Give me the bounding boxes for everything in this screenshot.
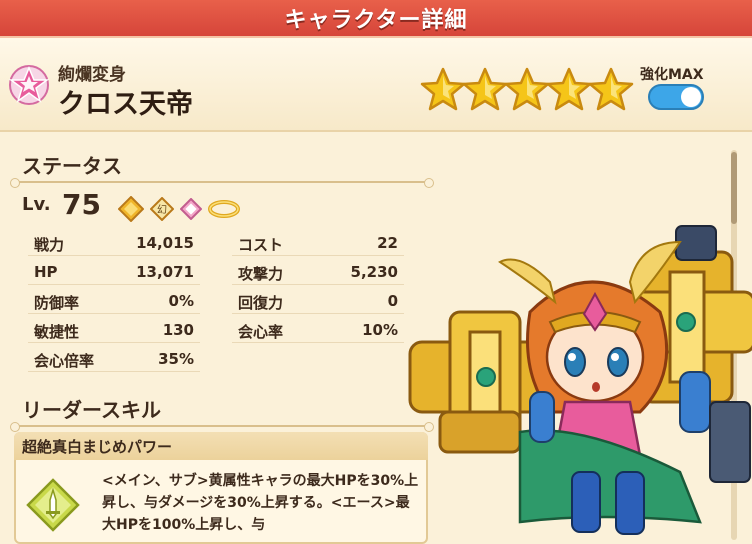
stat-key: 会心率: [238, 323, 284, 341]
stat-key: HP: [34, 263, 58, 281]
level-value: 75: [62, 188, 101, 221]
stat-row-hp: HP 13,071: [28, 261, 200, 285]
stat-row-cost: コスト 22: [232, 232, 404, 256]
attribute-icons: 幻: [118, 196, 240, 222]
stat-key: 戦力: [34, 236, 65, 254]
stat-key: 会心倍率: [34, 352, 95, 370]
character-name: クロス天帝: [58, 89, 193, 120]
rarity-stars: [420, 66, 634, 112]
star-icon: [546, 67, 592, 111]
stat-key: 攻撃力: [238, 265, 284, 283]
level-label: Lv.: [22, 194, 51, 215]
leader-skill-description: <メイン、サブ>黄属性キャラの最大HPを30%上昇し、与ダメージを30%上昇する…: [102, 473, 419, 533]
leader-skill-section-title: リーダースキル: [22, 398, 161, 422]
status-section-title: ステータス: [22, 154, 122, 178]
stat-value: 130: [162, 321, 194, 339]
stat-row-defense: 防御率 0%: [28, 290, 200, 314]
character-illustration: [408, 225, 752, 535]
max-enhance-label: 強化MAX: [640, 67, 704, 83]
stat-value: 14,015: [136, 234, 194, 252]
stat-key: コスト: [238, 236, 284, 254]
star-icon: [504, 67, 550, 111]
svg-text:幻: 幻: [157, 203, 167, 216]
stat-key: 防御率: [34, 294, 80, 312]
sword-emblem-icon: [26, 478, 80, 532]
stat-key: 敏捷性: [34, 323, 80, 341]
stat-key: 回復力: [238, 294, 284, 312]
stat-value: 13,071: [136, 263, 194, 281]
max-enhance-toggle[interactable]: [648, 84, 704, 110]
status-divider: [10, 178, 434, 188]
stat-row-agility: 敏捷性 130: [28, 319, 200, 343]
leader-skill-name: 超絶真白まじめパワー: [22, 438, 173, 456]
star-icon: [588, 67, 634, 111]
toggle-knob: [681, 87, 701, 107]
stat-row-power: 戦力 14,015: [28, 232, 200, 256]
page-title: キャラクター詳細: [284, 8, 468, 33]
stat-value: 35%: [158, 350, 194, 368]
pink-gem-icon: [180, 198, 202, 220]
stat-row-crit-multiplier: 会心倍率 35%: [28, 348, 200, 372]
gold-diamond-icon: [118, 196, 144, 222]
star-icon: [462, 67, 508, 111]
title-bar: キャラクター詳細: [0, 0, 752, 39]
star-icon: [420, 67, 466, 111]
scrollbar-thumb[interactable]: [731, 152, 737, 224]
stat-value: 0%: [168, 292, 194, 310]
stat-row-attack: 攻撃力 5,230: [232, 261, 404, 285]
leader-skill-divider: [10, 422, 434, 432]
phantom-element-icon: 幻: [150, 197, 174, 221]
stat-row-recovery: 回復力 0: [232, 290, 404, 314]
stat-row-crit-rate: 会心率 10%: [232, 319, 404, 343]
gold-ring-icon: [208, 200, 240, 218]
rarity-star-badge-icon: [8, 65, 50, 105]
